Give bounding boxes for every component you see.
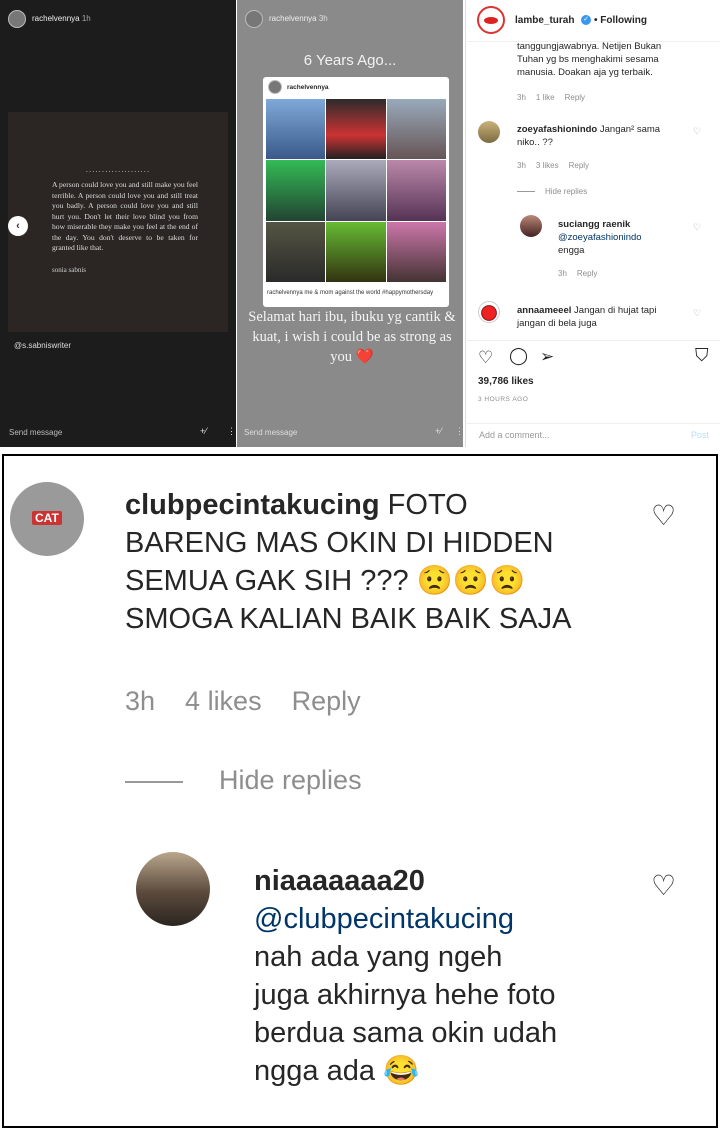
comment-line: juga akhirnya hehe foto <box>254 979 556 1011</box>
verified-badge-icon: ✓ <box>581 15 591 25</box>
avatar[interactable] <box>8 10 26 28</box>
card-avatar <box>268 80 282 94</box>
hide-replies-button[interactable]: Hide replies <box>125 765 362 796</box>
comment-username[interactable]: annaameeel <box>517 305 571 316</box>
comment-meta: 3h 3 likes Reply <box>517 161 599 170</box>
reply-button[interactable]: Reply <box>292 686 361 716</box>
card-caption: rachelvennya me & mom against the world … <box>267 290 434 296</box>
avatar[interactable] <box>520 215 542 237</box>
comment-body: engga <box>558 245 585 256</box>
story-caption: Selamat hari ibu, ibuku yg cantik & kuat… <box>247 307 457 367</box>
comment-meta: 3h 4 likes Reply <box>125 686 361 717</box>
comment-username[interactable]: suciangg raenik <box>558 219 630 230</box>
comment-line: SMOGA KALIAN BAIK BAIK SAJA <box>125 603 572 635</box>
avatar[interactable]: CAT <box>10 482 84 556</box>
comment-likes[interactable]: 3 likes <box>536 161 559 170</box>
comment-likes[interactable]: 4 likes <box>185 686 262 716</box>
following-button[interactable]: • Following <box>594 15 647 26</box>
comment-time: 3h <box>517 161 526 170</box>
avatar[interactable] <box>477 6 505 34</box>
caption-text: Selamat hari ibu, ibuku yg cantik & kuat… <box>248 309 456 365</box>
story-username[interactable]: rachelvennya 1h <box>32 14 91 23</box>
more-options-icon[interactable]: ⋮ <box>455 426 464 437</box>
story-time: 1h <box>81 14 91 23</box>
story-title: 6 Years Ago... <box>303 52 397 69</box>
reply-button[interactable]: Reply <box>569 161 589 170</box>
like-heart-icon[interactable]: ♡ <box>693 222 701 233</box>
avatar[interactable] <box>478 121 500 143</box>
likes-count[interactable]: 39,786 likes <box>478 376 534 387</box>
comment-line: FOTO <box>387 489 468 521</box>
divider <box>465 340 720 341</box>
comment-likes[interactable]: 1 like <box>536 93 555 102</box>
share-icon[interactable]: +⁄ <box>200 426 207 436</box>
story-panel-quote: rachelvennya 1h .................... A p… <box>0 0 236 447</box>
comment-username[interactable]: zoeyafashionindo <box>517 124 597 135</box>
more-options-icon[interactable]: ⋮ <box>227 426 236 437</box>
comment-mention[interactable]: @zoeyafashionindo <box>558 232 642 243</box>
like-heart-icon[interactable]: ♡ <box>693 126 701 137</box>
quote-dots: .................... <box>85 165 151 174</box>
top-screenshot-strip: rachelvennya 1h .................... A p… <box>0 0 720 447</box>
avatar[interactable] <box>245 10 263 28</box>
avatar[interactable] <box>136 852 210 926</box>
like-icon[interactable]: ♡ <box>478 348 493 368</box>
previous-story-icon[interactable]: ‹ <box>8 216 28 236</box>
add-comment-input[interactable]: Add a comment... <box>479 430 550 440</box>
story-time: 3h <box>318 14 328 23</box>
story-mention[interactable]: @s.sabniswriter <box>14 341 71 350</box>
comment-mention[interactable]: @clubpecintakucing <box>254 903 514 935</box>
comment-line: ngga ada 😂 <box>254 1055 420 1087</box>
like-heart-icon[interactable]: ♡ <box>651 869 676 902</box>
reply-text: niaaaaaaa20 @clubpecintakucing nah ada y… <box>254 862 654 1090</box>
send-message-input[interactable]: Send message <box>9 428 62 437</box>
comment-text: zoeyafashionindo Jangan² sama niko.. ?? <box>517 123 682 149</box>
story-username[interactable]: rachelvennya 3h <box>269 14 328 23</box>
comment-meta: 3h 1 like Reply <box>517 93 595 102</box>
like-heart-icon[interactable]: ♡ <box>693 308 701 319</box>
comment-username[interactable]: niaaaaaaa20 <box>254 865 425 897</box>
post-timestamp: 3 HOURS AGO <box>478 396 529 403</box>
comment-time: 3h <box>558 269 567 278</box>
comment-meta: 3h Reply <box>558 269 607 278</box>
hide-replies-button[interactable]: Hide replies <box>517 187 597 196</box>
post-username[interactable]: lambe_turah <box>515 15 574 26</box>
heart-emoji: ❤️ <box>355 349 374 365</box>
comment-text-partial: tanggungjawabnya. Netijen Bukan Tuhan yg… <box>517 41 662 78</box>
bookmark-icon[interactable]: ⛉ <box>695 345 709 366</box>
card-username: rachelvennya <box>287 84 329 91</box>
comment-text: annaameeel Jangan di hujat tapi jangan d… <box>517 304 682 330</box>
comment-time: 3h <box>517 93 526 102</box>
share-icon[interactable]: ➢ <box>540 347 554 367</box>
quote-author: sonia sabnis <box>52 266 87 274</box>
avatar-label: CAT <box>32 511 62 525</box>
share-icon[interactable]: +⁄ <box>435 426 442 436</box>
comment-icon[interactable]: ◯ <box>509 346 528 366</box>
quote-image: .................... A person could love… <box>8 112 228 332</box>
comment-username[interactable]: clubpecintakucing <box>125 489 380 521</box>
post-comment-button[interactable]: Post <box>691 430 709 440</box>
comment-text: suciangg raenik @zoeyafashionindo engga <box>558 218 683 257</box>
reply-button[interactable]: Reply <box>577 269 597 278</box>
reply-button[interactable]: Reply <box>565 93 585 102</box>
comment-line: berdua sama okin udah <box>254 1017 558 1049</box>
quote-text: A person could love you and still make y… <box>52 180 198 252</box>
comment-line: nah ada yang ngeh <box>254 941 503 973</box>
photo-collage <box>266 99 446 282</box>
avatar[interactable] <box>478 301 500 323</box>
like-heart-icon[interactable]: ♡ <box>651 499 676 532</box>
comment-line: SEMUA GAK SIH ??? 😟😟😟 <box>125 565 526 597</box>
send-message-input[interactable]: Send message <box>244 428 297 437</box>
comment-text: clubpecintakucing FOTO BARENG MAS OKIN D… <box>125 486 645 638</box>
comment-line: BARENG MAS OKIN DI HIDDEN <box>125 527 554 559</box>
comment-time: 3h <box>125 686 156 716</box>
